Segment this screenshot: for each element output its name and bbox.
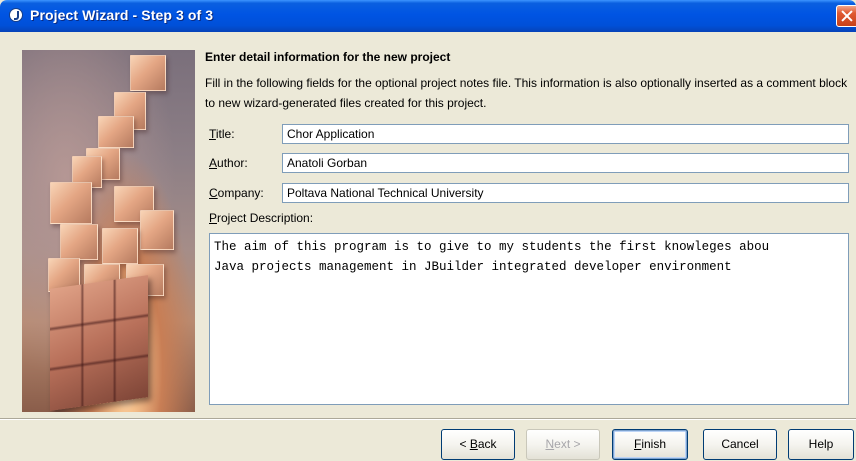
project-wizard-window: Project Wizard - Step 3 of 3 Enter detai… <box>0 0 856 461</box>
window-title: Project Wizard - Step 3 of 3 <box>30 7 214 23</box>
back-button-mnemonic: B <box>469 437 478 451</box>
cube-9 <box>60 224 98 260</box>
finish-button-rest: inish <box>641 437 667 451</box>
wizard-side-image <box>22 50 195 412</box>
author-input[interactable]: Anatoli Gorban <box>282 153 849 173</box>
cube-10 <box>102 228 138 264</box>
button-bar-separator <box>0 418 856 420</box>
project-description-textarea[interactable]: The aim of this program is to give to my… <box>209 233 849 405</box>
description-line-1: The aim of this program is to give to my… <box>214 240 770 254</box>
jbuilder-app-icon <box>9 8 23 22</box>
description-line-2: Java projects management in JBuilder int… <box>214 260 732 274</box>
finish-button[interactable]: Finish <box>612 429 688 460</box>
next-button-mnemonic: N <box>545 437 555 451</box>
company-input[interactable]: Poltava National Technical University <box>282 183 849 203</box>
company-label-rest: ompany: <box>217 186 264 200</box>
cancel-button[interactable]: Cancel <box>703 429 777 460</box>
title-label-mnemonic: T <box>209 127 216 141</box>
cube-1 <box>130 55 166 91</box>
author-label: Author: <box>209 156 248 170</box>
next-button-rest: ext > <box>554 437 581 451</box>
author-label-rest: uthor: <box>217 156 248 170</box>
page-heading: Enter detail information for the new pro… <box>205 50 451 64</box>
cube-6 <box>50 182 92 224</box>
title-bar[interactable]: Project Wizard - Step 3 of 3 <box>0 0 856 32</box>
rubik-cube <box>50 275 148 411</box>
project-description-label: Project Description: <box>209 211 313 225</box>
help-button[interactable]: Help <box>788 429 854 460</box>
back-button[interactable]: < Back <box>441 429 515 460</box>
title-label: Title: <box>209 127 235 141</box>
intro-text: Fill in the following fields for the opt… <box>205 76 848 110</box>
author-label-mnemonic: A <box>209 156 218 170</box>
description-label-rest: roject Description: <box>217 211 314 225</box>
company-label: Company: <box>209 186 264 200</box>
title-label-rest: itle: <box>215 127 235 141</box>
back-button-prefix: < <box>459 437 470 451</box>
company-label-mnemonic: C <box>209 186 218 200</box>
next-button[interactable]: Next > <box>526 429 600 460</box>
cube-3 <box>98 116 134 148</box>
close-button[interactable] <box>836 5 856 27</box>
back-button-rest: ack <box>477 437 497 451</box>
title-input[interactable]: Chor Application <box>282 124 849 144</box>
description-label-mnemonic: P <box>209 211 218 225</box>
cube-8 <box>140 210 174 250</box>
